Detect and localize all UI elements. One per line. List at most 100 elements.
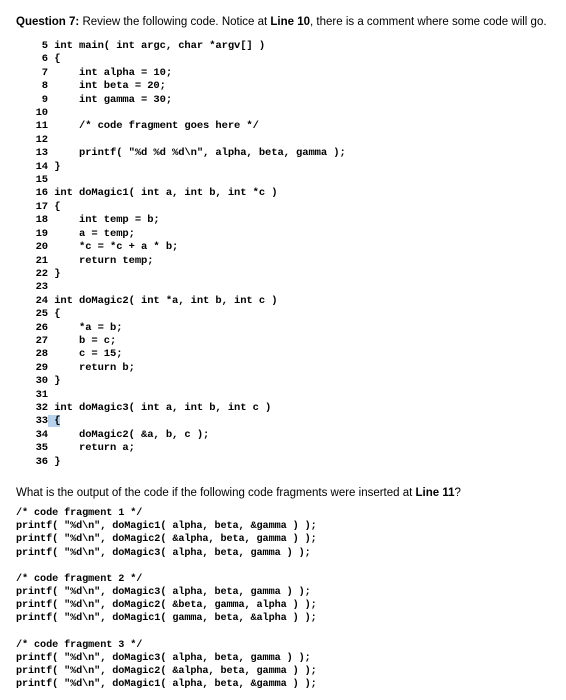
code-line-text: int doMagic1( int a, int b, int *c ) <box>48 187 278 200</box>
fragment-code-line: printf( "%d\n", doMagic2( &beta, gamma, … <box>16 600 317 612</box>
code-line-number: 31 <box>35 388 49 401</box>
code-line: 30 } <box>26 375 550 388</box>
code-line-number: 12 <box>35 133 49 146</box>
code-line-text: } <box>48 160 61 173</box>
code-line-number: 13 <box>35 147 49 160</box>
code-line: 24 int doMagic2( int *a, int b, int c ) <box>26 295 550 308</box>
code-line-text: b = c; <box>48 334 117 347</box>
code-line-number: 18 <box>35 214 49 227</box>
code-line-number: 36 <box>35 455 49 468</box>
code-line-number: 32 <box>35 401 49 414</box>
code-line-number: 16 <box>35 187 49 200</box>
fragment-code-line: printf( "%d\n", doMagic2( &alpha, beta, … <box>16 534 317 546</box>
code-fragments-container: /* code fragment 1 */ printf( "%d\n", doM… <box>16 507 550 691</box>
code-line: 25 { <box>26 308 550 321</box>
code-line: 6 { <box>26 53 550 66</box>
code-line: 19 a = temp; <box>26 228 550 241</box>
code-line: 15 <box>26 174 550 187</box>
code-line: 18 int temp = b; <box>26 214 550 227</box>
fragment-code-line: printf( "%d\n", doMagic2( &alpha, beta, … <box>16 666 317 678</box>
code-line: 10 <box>26 107 550 120</box>
fragment-separator <box>16 560 550 573</box>
code-line-text: { <box>48 308 61 321</box>
code-line: 7 int alpha = 10; <box>26 67 550 80</box>
code-line: 8 int beta = 20; <box>26 80 550 93</box>
output-question-line-reference: Line 11 <box>415 487 455 499</box>
code-line: 20 *c = *c + a * b; <box>26 241 550 254</box>
code-fragment: /* code fragment 2 */ printf( "%d\n", doM… <box>16 573 550 626</box>
code-line-number: 33 <box>35 415 49 428</box>
question-text-part2: , there is a comment where some code wil… <box>310 16 547 28</box>
code-line: 23 <box>26 281 550 294</box>
code-line-text: int doMagic2( int *a, int b, int c ) <box>48 294 278 307</box>
code-line: 14 } <box>26 161 550 174</box>
code-line-number: 8 <box>41 80 48 93</box>
code-line-number: 25 <box>35 308 49 321</box>
code-line-text: int main( int argc, char *argv[] ) <box>48 40 266 52</box>
fragment-code-line: printf( "%d\n", doMagic1( alpha, beta, &… <box>16 679 317 691</box>
fragment-separator <box>16 626 550 639</box>
code-line-number: 10 <box>35 107 49 120</box>
fragment-code-line: printf( "%d\n", doMagic1( alpha, beta, &… <box>16 521 317 533</box>
code-line: 36 } <box>26 456 550 469</box>
code-line: 32 int doMagic3( int a, int b, int c ) <box>26 402 550 415</box>
code-line-text: int temp = b; <box>48 214 160 227</box>
question-prompt: Question 7: Review the following code. N… <box>16 14 550 30</box>
code-line: 21 return temp; <box>26 255 550 268</box>
question-label: Question 7: <box>16 16 80 28</box>
code-line: 31 <box>26 389 550 402</box>
code-line: 12 <box>26 134 550 147</box>
code-line-text: a = temp; <box>48 227 135 240</box>
output-question-prompt: What is the output of the code if the fo… <box>16 485 550 501</box>
code-line-text: int beta = 20; <box>48 80 166 93</box>
code-line-text: int gamma = 30; <box>48 93 173 106</box>
code-line-number: 28 <box>35 348 49 361</box>
code-line-number: 17 <box>35 200 49 213</box>
code-line: 11 /* code fragment goes here */ <box>26 120 550 133</box>
code-line-text: int doMagic3( int a, int b, int c ) <box>48 401 272 414</box>
code-line-number: 11 <box>35 120 49 133</box>
code-line-text: *c = *c + a * b; <box>48 241 179 254</box>
code-line-text: return temp; <box>48 254 154 267</box>
code-line-number: 35 <box>35 442 49 455</box>
code-line: 17 { <box>26 201 550 214</box>
output-question-text-part1: What is the output of the code if the fo… <box>16 487 416 499</box>
code-line-text: } <box>48 267 61 280</box>
question-text-part1: Review the following code. Notice at <box>79 16 271 28</box>
code-line-text: return b; <box>48 361 135 374</box>
code-line-number: 15 <box>35 174 49 187</box>
code-line-number: 24 <box>35 294 49 307</box>
code-listing: 5 int main( int argc, char *argv[] ) 6 {7… <box>26 40 550 469</box>
code-line-text: { <box>48 200 61 213</box>
fragment-code-line: printf( "%d\n", doMagic3( alpha, beta, g… <box>16 652 311 664</box>
document-page: Question 7: Review the following code. N… <box>0 0 566 691</box>
code-fragment: /* code fragment 1 */ printf( "%d\n", doM… <box>16 507 550 560</box>
question-line-reference: Line 10 <box>270 16 311 28</box>
code-line: 33 { <box>26 415 550 428</box>
code-line-number: 20 <box>35 241 49 254</box>
code-line: 27 b = c; <box>26 335 550 348</box>
code-line-text: return a; <box>48 442 135 455</box>
code-line-text: { <box>48 53 61 66</box>
fragment-code-line: printf( "%d\n", doMagic1( gamma, beta, &… <box>16 613 317 625</box>
code-line-number: 14 <box>35 160 49 173</box>
code-line-number: 23 <box>35 281 49 294</box>
code-line-number: 30 <box>35 375 49 388</box>
code-line-number: 5 <box>41 40 48 52</box>
code-line-number: 27 <box>35 334 49 347</box>
code-fragment: /* code fragment 3 */printf( "%d\n", doM… <box>16 639 550 692</box>
code-line-number: 7 <box>41 66 48 79</box>
code-line-text: int alpha = 10; <box>48 66 173 79</box>
code-line-text: } <box>48 375 61 388</box>
code-line-text: doMagic2( &a, b, c ); <box>48 428 210 441</box>
code-line: 29 return b; <box>26 362 550 375</box>
code-line-number: 29 <box>35 361 49 374</box>
output-question-text-part2: ? <box>454 487 461 499</box>
code-line: 34 doMagic2( &a, b, c ); <box>26 429 550 442</box>
code-line: 26 *a = b; <box>26 322 550 335</box>
code-line-text: *a = b; <box>48 321 123 334</box>
